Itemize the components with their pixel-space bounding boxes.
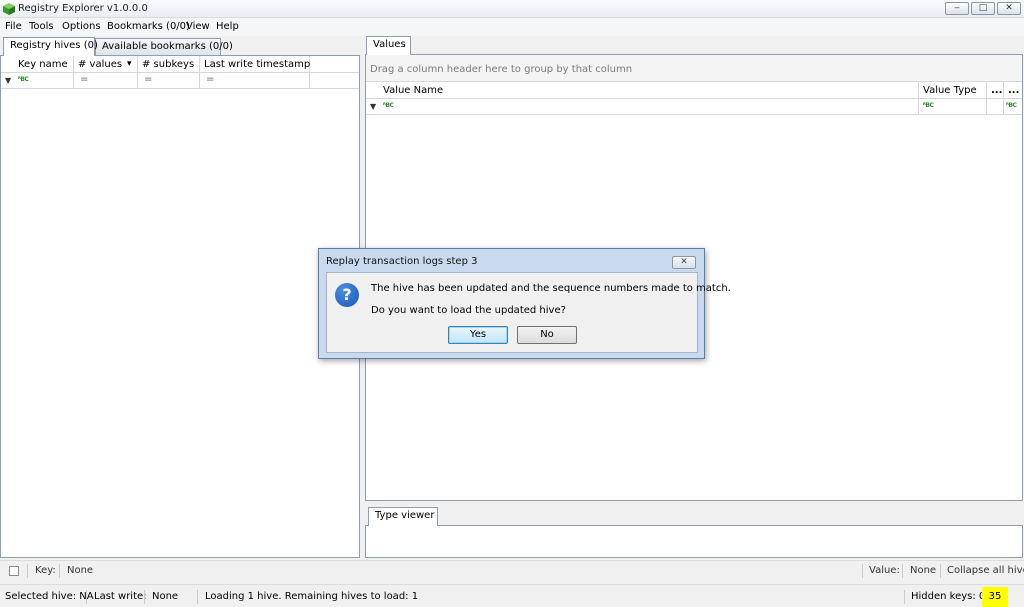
- menu-help[interactable]: Help: [216, 21, 239, 32]
- dialog-message-line1: The hive has been updated and the sequen…: [371, 283, 731, 294]
- selected-hive-status: Selected hive: NA: [5, 591, 94, 602]
- value-label: Value:: [869, 565, 900, 576]
- tab-available-bookmarks[interactable]: Available bookmarks (0/0): [95, 38, 233, 55]
- sort-descending-icon: ▾: [127, 59, 132, 69]
- column-values-count-label: # values: [78, 59, 123, 70]
- window-title: Registry Explorer v1.0.0.0: [18, 3, 148, 14]
- filter-key-name[interactable]: ᴿBC: [14, 73, 74, 89]
- tab-values[interactable]: Values: [366, 36, 411, 55]
- text-filter-icon: ᴿBC: [383, 102, 394, 109]
- group-by-hint: Drag a column header here to group by th…: [370, 64, 633, 75]
- minimize-button[interactable]: ‒: [945, 2, 969, 15]
- app-cube-icon: [3, 3, 15, 15]
- column-value-name[interactable]: Value Name: [379, 82, 919, 99]
- dialog-title: Replay transaction logs step 3: [326, 256, 478, 267]
- replay-logs-dialog: Replay transaction logs step 3 ✕ ? The h…: [318, 248, 731, 359]
- text-filter-icon: ᴿBC: [923, 102, 934, 109]
- menu-view[interactable]: View: [186, 21, 210, 32]
- values-filter-row: ▼ ᴿBC ᴿBC ᴿBC: [366, 99, 1022, 115]
- tab-registry-hives[interactable]: Registry hives (0): [3, 37, 98, 56]
- menu-file[interactable]: File: [5, 21, 22, 32]
- menu-bookmarks[interactable]: Bookmarks (0/0): [107, 21, 190, 32]
- key-value: None: [67, 565, 94, 576]
- filter-value-type[interactable]: ᴿBC: [919, 99, 987, 115]
- filter-subkeys-count[interactable]: =: [138, 73, 200, 89]
- type-viewer-panel: [365, 525, 1023, 558]
- filter-funnel-icon[interactable]: ▼: [5, 76, 11, 85]
- hives-grid-header: Key name # values ▾ # subkeys Last write…: [1, 56, 359, 73]
- column-last-write-timestamp[interactable]: Last write timestamp: [200, 56, 310, 73]
- highlighted-counter: 35: [982, 587, 1008, 607]
- row-indicator-header: [1, 56, 14, 73]
- column-subkeys-count[interactable]: # subkeys: [138, 56, 200, 73]
- column-extra-2[interactable]: ...: [1004, 82, 1022, 99]
- menu-options[interactable]: Options: [62, 21, 101, 32]
- column-value-type[interactable]: Value Type: [919, 82, 987, 99]
- maximize-button[interactable]: □: [971, 2, 995, 15]
- equals-filter-icon: =: [80, 74, 89, 85]
- equals-filter-icon: =: [206, 74, 215, 85]
- registry-hives-panel: Key name # values ▾ # subkeys Last write…: [0, 55, 360, 558]
- yes-button[interactable]: Yes: [448, 326, 508, 344]
- row-indicator-header: [366, 82, 379, 99]
- dialog-message-line2: Do you want to load the updated hive?: [371, 305, 566, 316]
- column-values-count[interactable]: # values ▾: [74, 56, 138, 73]
- no-button[interactable]: No: [517, 326, 577, 344]
- main-status-bar: Selected hive: NA Last write: None Loadi…: [0, 584, 1024, 607]
- hives-filter-row: ▼ ᴿBC = = =: [1, 73, 359, 89]
- filter-values-count[interactable]: =: [74, 73, 138, 89]
- key-label: Key:: [35, 565, 56, 576]
- last-write-label: Last write:: [94, 591, 147, 602]
- filter-last-write[interactable]: =: [200, 73, 310, 89]
- value-value: None: [910, 565, 937, 576]
- status-checkbox[interactable]: [9, 566, 19, 576]
- loading-status: Loading 1 hive. Remaining hives to load:…: [205, 591, 419, 602]
- last-write-value: None: [152, 591, 179, 602]
- filter-value-name[interactable]: ᴿBC: [379, 99, 919, 115]
- key-status-bar: Key: None Value: None Collapse all hives: [0, 560, 1024, 581]
- filter-extra-2[interactable]: ᴿBC: [1004, 99, 1022, 115]
- dialog-close-button[interactable]: ✕: [672, 256, 696, 269]
- values-grid-header: Value Name Value Type ... ...: [366, 82, 1022, 99]
- column-extra-1[interactable]: ...: [987, 82, 1004, 99]
- collapse-all-hives-link[interactable]: Collapse all hives: [947, 561, 1024, 581]
- title-bar: Registry Explorer v1.0.0.0 ‒ □ ✕: [0, 0, 1024, 18]
- filter-funnel-icon[interactable]: ▼: [370, 102, 376, 111]
- question-icon: ?: [335, 283, 359, 307]
- text-filter-icon: ᴿBC: [18, 76, 29, 83]
- menu-bar: File Tools Options Bookmarks (0/0) View …: [0, 18, 1024, 36]
- column-key-name[interactable]: Key name: [14, 56, 74, 73]
- menu-tools[interactable]: Tools: [29, 21, 54, 32]
- group-by-area[interactable]: Drag a column header here to group by th…: [366, 55, 1022, 82]
- dialog-body: ? The hive has been updated and the sequ…: [326, 272, 731, 353]
- equals-filter-icon: =: [144, 74, 153, 85]
- filter-extra-1[interactable]: [987, 99, 1004, 115]
- tab-type-viewer[interactable]: Type viewer: [368, 507, 438, 526]
- hidden-keys-status: Hidden keys: 0: [911, 591, 986, 602]
- text-filter-icon: ᴿBC: [1006, 102, 1017, 109]
- close-window-button[interactable]: ✕: [997, 2, 1021, 15]
